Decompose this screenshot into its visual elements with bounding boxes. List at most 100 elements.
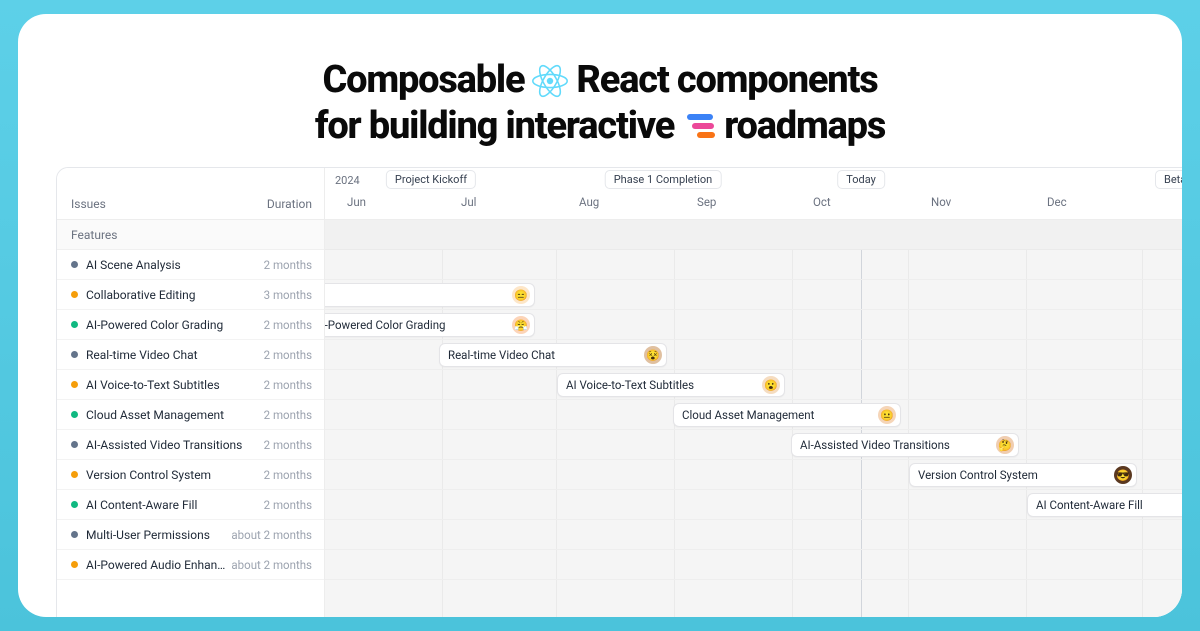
timeline-months: JunJulAugSepOctNovDec xyxy=(325,195,1182,213)
status-dot xyxy=(71,381,78,388)
month-label: Nov xyxy=(931,195,951,209)
issue-name: AI Voice-to-Text Subtitles xyxy=(86,378,220,392)
issue-name: Cloud Asset Management xyxy=(86,408,224,422)
issue-name: AI-Powered Color Grading xyxy=(86,318,223,332)
avatar: 😤 xyxy=(512,316,530,334)
timeline-marker[interactable]: Phase 1 Completion xyxy=(605,170,722,189)
avatar: 🤔 xyxy=(996,436,1014,454)
issue-name: Version Control System xyxy=(86,468,211,482)
gantt-bar[interactable]: AI-Assisted Video Transitions 🤔 xyxy=(791,433,1019,457)
timeline-header: 2024 Project KickoffPhase 1 CompletionTo… xyxy=(325,168,1182,220)
hero-text: Composable xyxy=(322,58,524,104)
issue-duration: 2 months xyxy=(264,378,312,392)
gantt-bar[interactable]: Version Control System😎 xyxy=(909,463,1137,487)
month-label: Sep xyxy=(697,195,716,209)
timeline-row[interactable]: Version Control System😎 xyxy=(325,460,1182,490)
issue-row[interactable]: AI-Assisted Video Transitions 2 months xyxy=(57,430,324,460)
issue-duration: 2 months xyxy=(264,348,312,362)
gantt-bar[interactable]: AI Content-Aware Fill xyxy=(1027,493,1182,517)
timeline-marker[interactable]: Project Kickoff xyxy=(386,170,476,189)
issue-duration: about 2 months xyxy=(231,528,312,542)
issue-name: Collaborative Editing xyxy=(86,288,195,302)
gantt-bar-label: Version Control System xyxy=(918,468,1038,482)
timeline-row[interactable]: 😑 xyxy=(325,280,1182,310)
issue-name: Multi-User Permissions xyxy=(86,528,210,542)
gantt-container: Issues Duration Features AI Scene Analys… xyxy=(56,167,1182,617)
month-label: Jul xyxy=(461,195,476,209)
status-dot xyxy=(71,411,78,418)
issue-row[interactable]: AI Voice-to-Text Subtitles 2 months xyxy=(57,370,324,400)
hero-card: Composable React components for building… xyxy=(18,14,1182,617)
group-label: Features xyxy=(71,228,117,242)
issue-row[interactable]: AI-Powered Audio Enhanc…about 2 months xyxy=(57,550,324,580)
gantt-bar-label: AI-Powered Color Grading xyxy=(325,318,446,332)
avatar: 😵 xyxy=(644,346,662,364)
gantt-bar[interactable]: Real-time Video Chat 😵 xyxy=(439,343,667,367)
issue-row[interactable]: Version Control System 2 months xyxy=(57,460,324,490)
status-dot xyxy=(71,291,78,298)
timeline-body: 😑 AI-Powered Color Grading 😤 Real-time Vide… xyxy=(325,220,1182,580)
timeline-row[interactable]: AI-Powered Color Grading 😤 xyxy=(325,310,1182,340)
gantt-bar-label: AI Content-Aware Fill xyxy=(1036,498,1143,512)
issue-duration: 2 months xyxy=(264,468,312,482)
gantt-bar[interactable]: AI-Powered Color Grading 😤 xyxy=(325,313,535,337)
issue-row[interactable]: AI-Powered Color Grading 2 months xyxy=(57,310,324,340)
timeline-row[interactable]: Cloud Asset Management 😐 xyxy=(325,400,1182,430)
gantt-bar-label: AI Voice-to-Text Subtitles xyxy=(566,378,694,392)
gantt-bar-label: AI-Assisted Video Transitions xyxy=(800,438,950,452)
month-label: Dec xyxy=(1047,195,1067,209)
issue-duration: 2 months xyxy=(264,408,312,422)
group-header[interactable]: Features xyxy=(57,220,324,250)
gantt-timeline[interactable]: 2024 Project KickoffPhase 1 CompletionTo… xyxy=(325,168,1182,617)
hero-text: roadmaps xyxy=(724,104,885,150)
timeline-row[interactable]: AI Content-Aware Fill xyxy=(325,490,1182,520)
avatar: 😑 xyxy=(512,286,530,304)
timeline-marker[interactable]: Today xyxy=(837,170,885,189)
timeline-row[interactable]: AI-Assisted Video Transitions 🤔 xyxy=(325,430,1182,460)
avatar: 😮 xyxy=(762,376,780,394)
sidebar-header: Issues Duration xyxy=(57,168,324,220)
gantt-bar-label: Real-time Video Chat xyxy=(448,348,555,362)
status-dot xyxy=(71,321,78,328)
month-label: Jun xyxy=(347,195,366,209)
issue-duration: 2 months xyxy=(264,498,312,512)
issue-name: Real-time Video Chat xyxy=(86,348,198,362)
gantt-sidebar: Issues Duration Features AI Scene Analys… xyxy=(57,168,325,617)
gantt-bar[interactable]: Cloud Asset Management 😐 xyxy=(673,403,901,427)
issue-name: AI-Assisted Video Transitions xyxy=(86,438,242,452)
issue-row[interactable]: Real-time Video Chat 2 months xyxy=(57,340,324,370)
status-dot xyxy=(71,501,78,508)
issue-duration: about 2 months xyxy=(231,558,312,572)
issue-duration: 2 months xyxy=(264,318,312,332)
status-dot xyxy=(71,471,78,478)
issue-duration: 2 months xyxy=(264,258,312,272)
timeline-row[interactable]: AI Voice-to-Text Subtitles 😮 xyxy=(325,370,1182,400)
timeline-row[interactable] xyxy=(325,520,1182,550)
status-dot xyxy=(71,261,78,268)
timeline-marker[interactable]: Beta R xyxy=(1155,170,1182,189)
issue-row[interactable]: AI Scene Analysis 2 months xyxy=(57,250,324,280)
timeline-markers: Project Kickoff Phase 1 Completion Today Be… xyxy=(325,170,1182,190)
gantt-bar[interactable]: 😑 xyxy=(325,283,535,307)
gantt-bar-label: Cloud Asset Management xyxy=(682,408,814,422)
issue-row[interactable]: AI Content-Aware Fill2 months xyxy=(57,490,324,520)
status-dot xyxy=(71,531,78,538)
issue-name: AI Scene Analysis xyxy=(86,258,181,272)
status-dot xyxy=(71,561,78,568)
timeline-row[interactable]: Real-time Video Chat 😵 xyxy=(325,340,1182,370)
hero-text: for building interactive xyxy=(315,104,674,150)
avatar: 😐 xyxy=(878,406,896,424)
roadmap-icon xyxy=(682,112,716,140)
issue-row[interactable]: Cloud Asset Management 2 months xyxy=(57,400,324,430)
gantt-bar[interactable]: AI Voice-to-Text Subtitles 😮 xyxy=(557,373,785,397)
status-dot xyxy=(71,351,78,358)
month-label: Oct xyxy=(813,195,831,209)
timeline-row[interactable] xyxy=(325,250,1182,280)
issue-row[interactable]: Multi-User Permissions about 2 months xyxy=(57,520,324,550)
issue-duration: 3 months xyxy=(264,288,312,302)
issue-duration: 2 months xyxy=(264,438,312,452)
react-icon xyxy=(532,63,568,99)
issue-row[interactable]: Collaborative Editing 3 months xyxy=(57,280,324,310)
timeline-row[interactable] xyxy=(325,550,1182,580)
timeline-group-row xyxy=(325,220,1182,250)
